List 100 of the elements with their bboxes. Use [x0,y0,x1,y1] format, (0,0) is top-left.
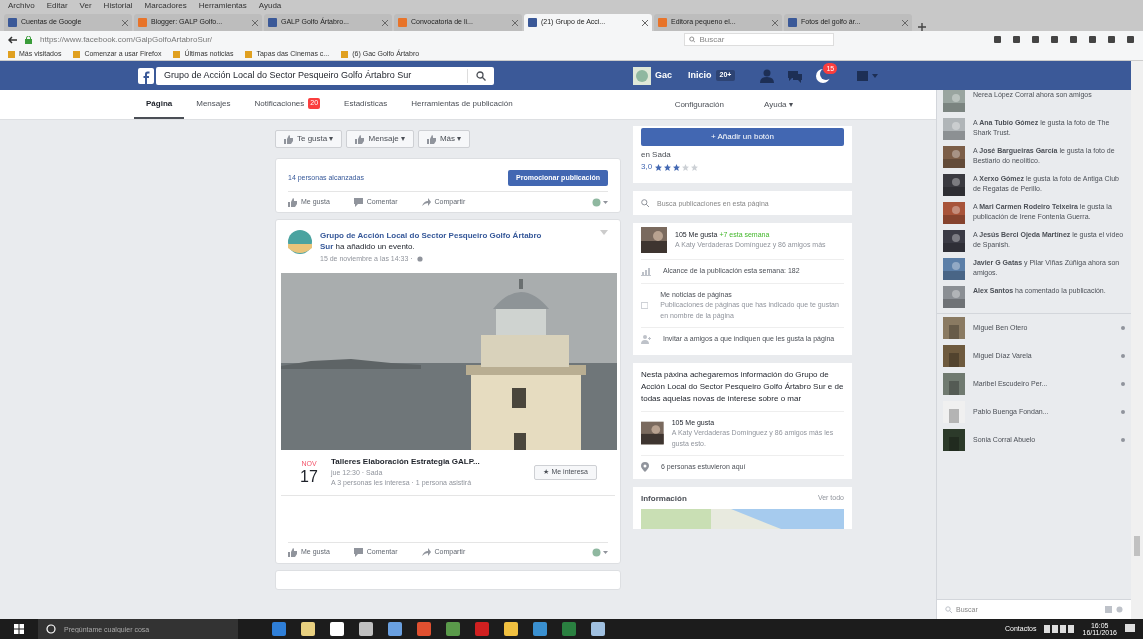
page-avatar-icon[interactable] [288,230,312,254]
add-button[interactable]: + Añadir un botón [641,128,844,146]
user-name-link[interactable]: Gac [655,68,672,83]
contact-photo-icon [943,429,965,451]
rating-value: 3,0 [641,161,653,173]
menu-item[interactable]: Ayuda [258,0,282,12]
chart-icon [641,266,651,276]
photo-thumbnail-icon[interactable] [943,118,965,140]
invite-friends-icon [641,334,651,344]
event-title[interactable]: Talleres Elaboración Estrategia GALP... [331,455,523,468]
audience-selector-icon[interactable] [592,548,608,557]
friends-icon[interactable] [759,68,776,83]
lock-icon [25,35,32,44]
cortana-icon [46,624,56,634]
facebook-logo[interactable] [138,67,154,84]
about-text: Nesta páxina achegaremos información do Grupo de Acción Local do Sector Pesqueiro Golfo Ártabro Sur e de todas aquelas novas de interese sobre o mar [641,368,844,412]
share-icon [421,197,431,207]
comment-icon [353,548,363,557]
status-dot-icon [1121,410,1125,414]
status-dot-icon [1121,354,1125,358]
search-field[interactable]: Grupo de Acción Local do Sector Pesqueiro Golfo Ártabro Sur [156,66,494,85]
bookmark-icon [245,50,253,58]
contact-photo-icon [943,373,965,395]
account-menu-icon[interactable] [857,70,880,81]
close-icon[interactable] [642,19,648,26]
messages-icon[interactable] [787,68,804,83]
globe-icon [416,256,423,263]
contact-photo-icon [943,401,965,423]
close-icon[interactable] [512,19,518,26]
thumbs-up-icon [288,197,297,207]
menu-item[interactable]: Archivo [8,0,35,12]
tab-favicon-icon [788,18,797,27]
page-tab[interactable]: Página [134,90,185,119]
home-link[interactable]: Inicio [688,68,712,83]
tab-favicon-icon [138,18,147,27]
browser-search-field[interactable]: Buscar [684,33,834,46]
like-button[interactable]: Te gusta ▾ [275,130,343,148]
thumbs-up-icon [284,134,293,144]
bookmark-icon [8,50,15,58]
photo-thumbnail-icon[interactable] [943,174,965,196]
status-dot-icon [1121,382,1125,386]
browser-search-field[interactable]: Buscar [699,34,829,45]
caret-icon[interactable] [600,230,608,235]
info-title: Información [641,492,687,505]
share-icon [421,548,431,557]
close-icon[interactable] [122,19,128,26]
menu-item[interactable]: Marcadores [144,0,187,12]
back-icon[interactable] [8,35,17,44]
system-tray-icon[interactable] [1044,625,1075,633]
friend-photo-icon [641,227,667,253]
menu-item[interactable]: Ver [79,0,92,12]
new-tab-icon[interactable] [918,23,926,31]
close-icon[interactable] [772,19,778,26]
url-field[interactable]: https://www.facebook.com/GalpGolfoArtabroSur/ [40,33,560,46]
thumbs-up-icon [288,548,297,557]
photo-thumbnail-icon[interactable] [943,90,965,112]
search-icon [641,199,649,207]
message-button[interactable]: Mensaje ▾ [346,130,414,148]
event-day: 17 [300,469,318,486]
friend-photo-icon [641,420,664,447]
tab-favicon-icon [658,18,667,27]
page-tab[interactable]: Estadísticas [332,90,400,119]
tab-favicon-icon [398,18,407,27]
page-tab[interactable]: Herramientas de publicación [399,90,525,119]
search-icon[interactable] [476,70,486,81]
avatar-icon[interactable] [633,66,651,85]
more-button[interactable]: Más ▾ [417,130,471,148]
windows-start-icon[interactable] [14,624,24,634]
menu-item[interactable]: Historial [103,0,133,12]
comment-icon [353,197,363,207]
category-text: en Sada [641,149,672,161]
post-header-text: Grupo de Acción Local do Sector Pesqueiro Golfo Ártabro Sur ha añadido un evento. [320,230,543,252]
contact-photo-icon [943,317,965,339]
photo-thumbnail-icon[interactable] [943,202,965,224]
location-pin-icon [641,462,649,473]
tab-favicon-icon [528,18,537,27]
page-tab[interactable]: Mensajes [184,90,243,119]
photo-thumbnail-icon[interactable] [943,286,965,308]
close-icon[interactable] [252,19,258,26]
scrollbar-thumb[interactable] [1134,536,1140,556]
status-dot-icon [1121,326,1125,330]
tab-favicon-icon [8,18,17,27]
search-icon [689,36,696,43]
bookmark-icon [73,50,81,58]
photo-thumbnail-icon[interactable] [943,230,965,252]
menu-item[interactable]: Editar [46,0,68,12]
close-icon[interactable] [382,19,388,26]
facebook-f-icon [142,69,150,84]
menu-item[interactable]: Herramientas [198,0,247,12]
status-dot-icon [1121,438,1125,442]
close-icon[interactable] [902,19,908,26]
bookmark-icon [173,50,181,58]
audience-selector-icon[interactable] [592,197,608,207]
photo-thumbnail-icon[interactable] [943,258,965,280]
tab-favicon-icon [268,18,277,27]
photo-thumbnail-icon[interactable] [943,146,965,168]
page-tab[interactable]: Ayuda ▾ [764,98,793,111]
search-icon [945,606,952,613]
page-tab[interactable]: Configuración [674,98,724,111]
contact-photo-icon [943,345,965,367]
